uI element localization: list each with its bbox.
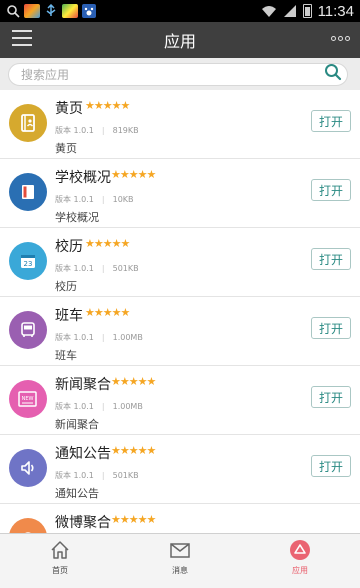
home-icon — [51, 541, 69, 559]
app-header: 应用 — [0, 22, 360, 58]
status-left — [6, 4, 96, 18]
open-button[interactable]: 打开 — [311, 179, 351, 201]
app-size: 1.00MB — [112, 402, 143, 411]
app-list-item: 班车 ★★★★★ 版本 1.0.1 | 1.00MB 班车 打开 — [0, 297, 360, 366]
app-description: 班车 — [55, 349, 77, 362]
speaker-icon[interactable] — [9, 449, 47, 487]
search-input[interactable] — [8, 63, 348, 86]
app-meta: 版本 1.0.1 | 10KB — [55, 195, 134, 204]
app-name: 班车 — [55, 308, 83, 324]
app-description: 通知公告 — [55, 487, 99, 500]
rating-stars: ★★★★★ — [111, 375, 156, 388]
app-list-item: 微博聚合 ★★★★★ — [0, 504, 360, 533]
rating-stars: ★★★★★ — [85, 306, 130, 319]
app-version: 版本 1.0.1 — [55, 126, 94, 135]
paw-icon — [82, 4, 96, 18]
app-notify-icon — [24, 4, 40, 18]
svg-text:23: 23 — [24, 260, 33, 268]
app-version: 版本 1.0.1 — [55, 471, 94, 480]
menu-icon[interactable] — [12, 30, 32, 48]
app-size: 1.00MB — [112, 333, 143, 342]
bottom-tab-bar: 首页 消息 应用 — [0, 533, 360, 588]
wifi-icon — [261, 6, 276, 17]
tab-messages[interactable]: 消息 — [120, 534, 240, 588]
battery-icon — [302, 4, 312, 18]
app-name: 新闻聚合 — [55, 377, 111, 393]
more-icon[interactable] — [331, 36, 350, 41]
book-icon[interactable] — [9, 104, 47, 142]
app-name: 微博聚合 — [55, 515, 111, 531]
app-description: 学校概况 — [55, 211, 99, 224]
app-name: 学校概况 — [55, 170, 111, 186]
calendar-icon[interactable]: 23 — [9, 242, 47, 280]
rating-stars: ★★★★★ — [85, 237, 130, 250]
rating-stars: ★★★★★ — [111, 513, 156, 526]
weibo-icon[interactable] — [9, 518, 47, 533]
search-icon[interactable] — [323, 62, 343, 82]
app-description: 黄页 — [55, 142, 77, 155]
app-meta: 版本 1.0.1 | 1.00MB — [55, 402, 143, 411]
app-meta: 版本 1.0.1 | 819KB — [55, 126, 139, 135]
status-right: 11:34 — [261, 3, 354, 20]
news-icon[interactable]: NEW — [9, 380, 47, 418]
app-notify-icon — [62, 4, 78, 18]
app-name: 黄页 — [55, 101, 83, 117]
tab-home[interactable]: 首页 — [0, 534, 120, 588]
app-list-item: 黄页 ★★★★★ 版本 1.0.1 | 819KB 黄页 打开 — [0, 90, 360, 159]
app-list-item: NEW 新闻聚合 ★★★★★ 版本 1.0.1 | 1.00MB 新闻聚合 打开 — [0, 366, 360, 435]
svg-text:NEW: NEW — [22, 396, 34, 402]
app-size: 819KB — [112, 126, 139, 135]
tab-label: 首页 — [52, 566, 68, 575]
app-name: 校历 — [55, 239, 83, 255]
app-version: 版本 1.0.1 — [55, 264, 94, 273]
app-size: 501KB — [112, 471, 139, 480]
clock-time: 11:34 — [317, 2, 354, 20]
open-button[interactable]: 打开 — [311, 386, 351, 408]
apps-icon — [290, 540, 310, 560]
search-icon — [7, 5, 20, 18]
app-list-item: 通知公告 ★★★★★ 版本 1.0.1 | 501KB 通知公告 打开 — [0, 435, 360, 504]
tab-apps[interactable]: 应用 — [240, 534, 360, 588]
app-meta: 版本 1.0.1 | 501KB — [55, 471, 139, 480]
open-button[interactable]: 打开 — [311, 317, 351, 339]
page-title: 应用 — [163, 32, 196, 51]
app-size: 501KB — [112, 264, 139, 273]
notebook-icon[interactable] — [9, 173, 47, 211]
app-version: 版本 1.0.1 — [55, 402, 94, 411]
tab-label: 应用 — [292, 566, 308, 575]
open-button[interactable]: 打开 — [311, 110, 351, 132]
app-description: 校历 — [55, 280, 77, 293]
search-bar — [0, 58, 360, 90]
app-list-item: 23 校历 ★★★★★ 版本 1.0.1 | 501KB 校历 打开 — [0, 228, 360, 297]
rating-stars: ★★★★★ — [85, 99, 130, 112]
open-button[interactable]: 打开 — [311, 248, 351, 270]
app-version: 版本 1.0.1 — [55, 195, 94, 204]
app-list: 黄页 ★★★★★ 版本 1.0.1 | 819KB 黄页 打开 学校概况 ★★★★★… — [0, 90, 360, 533]
app-version: 版本 1.0.1 — [55, 333, 94, 342]
app-meta: 版本 1.0.1 | 1.00MB — [55, 333, 143, 342]
app-description: 新闻聚合 — [55, 418, 99, 431]
bus-icon[interactable] — [9, 311, 47, 349]
open-button[interactable]: 打开 — [311, 455, 351, 477]
status-bar: 11:34 — [0, 0, 360, 22]
signal-icon — [283, 5, 296, 17]
rating-stars: ★★★★★ — [111, 444, 156, 457]
tab-label: 消息 — [172, 566, 188, 575]
usb-icon — [46, 4, 56, 16]
app-meta: 版本 1.0.1 | 501KB — [55, 264, 139, 273]
mail-icon — [170, 543, 190, 558]
app-list-item: 学校概况 ★★★★★ 版本 1.0.1 | 10KB 学校概况 打开 — [0, 159, 360, 228]
rating-stars: ★★★★★ — [111, 168, 156, 181]
app-name: 通知公告 — [55, 446, 111, 462]
app-size: 10KB — [112, 195, 134, 204]
